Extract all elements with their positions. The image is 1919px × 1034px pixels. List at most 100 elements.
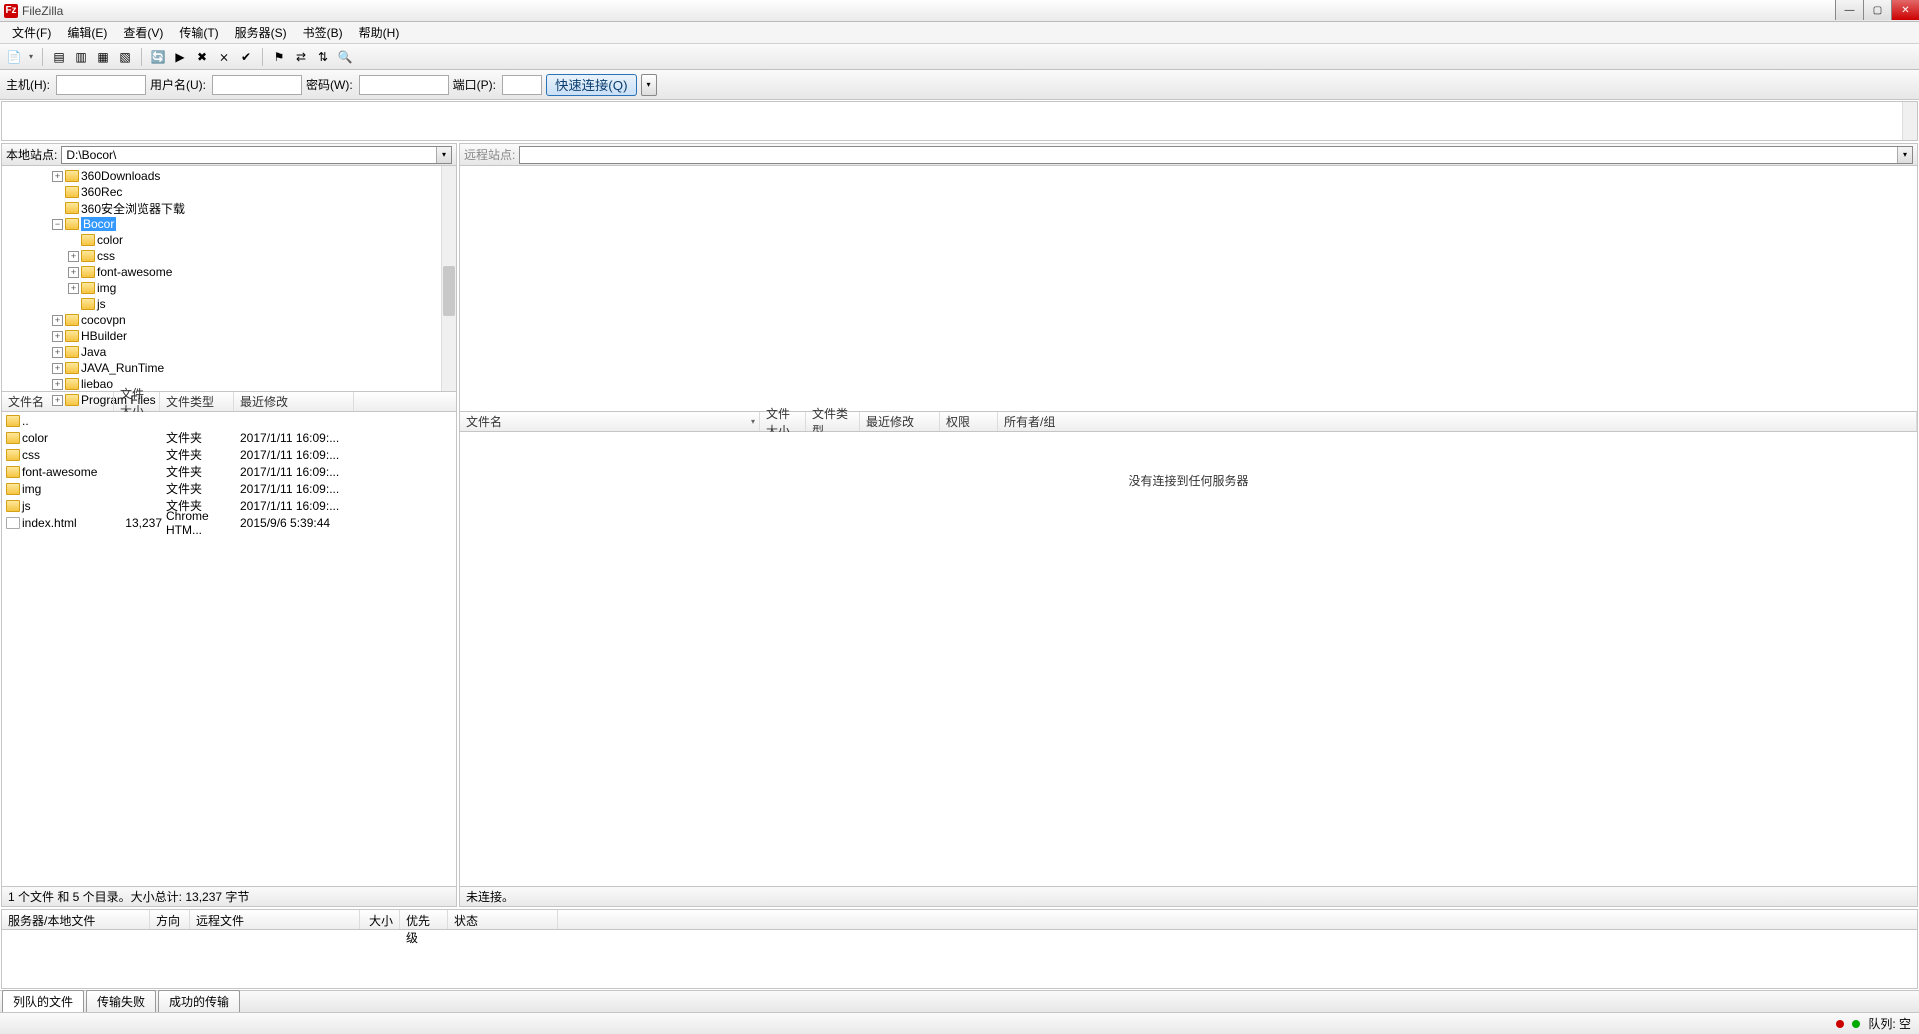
transfer-list[interactable] [2, 930, 1917, 988]
tree-expander[interactable]: + [68, 251, 79, 262]
log-panel[interactable] [1, 101, 1918, 141]
maximize-button[interactable]: ▢ [1863, 0, 1891, 20]
search-icon[interactable]: 🔍 [335, 47, 355, 67]
tree-expander[interactable]: + [52, 379, 63, 390]
cancel-icon[interactable]: ✖ [192, 47, 212, 67]
col-remote-file[interactable]: 远程文件 [190, 910, 360, 929]
process-queue-icon[interactable]: ▶ [170, 47, 190, 67]
quickconnect-button[interactable]: 快速连接(Q) [546, 74, 637, 96]
tree-item[interactable]: color [2, 232, 456, 248]
status-indicator-red [1836, 1020, 1844, 1028]
tree-expander[interactable]: + [52, 315, 63, 326]
tree-item[interactable]: js [2, 296, 456, 312]
folder-icon [65, 378, 79, 390]
filter-icon[interactable]: ⚑ [269, 47, 289, 67]
refresh-icon[interactable]: 🔄 [148, 47, 168, 67]
local-site-bar: 本地站点: D:\Bocor\ ▾ [2, 144, 456, 166]
menu-view[interactable]: 查看(V) [115, 22, 171, 43]
local-site-combo[interactable]: D:\Bocor\ ▾ [61, 146, 452, 164]
remote-tree[interactable] [460, 166, 1917, 412]
sync-browse-icon[interactable]: ⇅ [313, 47, 333, 67]
file-row[interactable]: img文件夹2017/1/11 16:09:... [2, 480, 456, 497]
tree-item[interactable]: +font-awesome [2, 264, 456, 280]
menu-transfer[interactable]: 传输(T) [171, 22, 226, 43]
tree-expander[interactable]: + [52, 363, 63, 374]
quickconnect-dropdown[interactable]: ▾ [641, 74, 657, 96]
tree-item[interactable]: 360安全浏览器下载 [2, 200, 456, 216]
close-button[interactable]: ✕ [1891, 0, 1919, 20]
tree-item[interactable]: +360Downloads [2, 168, 456, 184]
tree-expander[interactable]: + [68, 267, 79, 278]
tree-label: HBuilder [81, 329, 127, 343]
tree-item[interactable]: 360Rec [2, 184, 456, 200]
file-row[interactable]: index.html13,237Chrome HTM...2015/9/6 5:… [2, 514, 456, 531]
tree-expander[interactable]: − [52, 219, 63, 230]
tree-item[interactable]: +css [2, 248, 456, 264]
file-row[interactable]: font-awesome文件夹2017/1/11 16:09:... [2, 463, 456, 480]
password-input[interactable] [359, 75, 449, 95]
tree-item[interactable]: +cocovpn [2, 312, 456, 328]
col-filesize[interactable]: 文件大小 [760, 412, 806, 431]
disconnect-icon[interactable]: ⨯ [214, 47, 234, 67]
remote-file-list[interactable]: 没有连接到任何服务器 [460, 432, 1917, 886]
file-name: css [22, 448, 120, 462]
port-input[interactable] [502, 75, 542, 95]
site-manager-icon[interactable]: 📄 [4, 47, 24, 67]
scrollbar[interactable] [441, 166, 456, 391]
tree-expander[interactable]: + [68, 283, 79, 294]
col-permission[interactable]: 权限 [940, 412, 998, 431]
username-input[interactable] [212, 75, 302, 95]
local-tree[interactable]: +360Downloads360Rec360安全浏览器下载−Bocorcolor… [2, 166, 456, 392]
col-lastmod[interactable]: 最近修改 [860, 412, 940, 431]
tree-item[interactable]: −Bocor [2, 216, 456, 232]
tree-expander[interactable]: + [52, 347, 63, 358]
compare-icon[interactable]: ⇄ [291, 47, 311, 67]
tree-item[interactable]: +JAVA_RunTime [2, 360, 456, 376]
remote-site-label: 远程站点: [464, 146, 515, 163]
file-row[interactable]: css文件夹2017/1/11 16:09:... [2, 446, 456, 463]
col-direction[interactable]: 方向 [150, 910, 190, 929]
dropdown-arrow-icon[interactable]: ▾ [436, 147, 451, 163]
tree-item[interactable]: +Java [2, 344, 456, 360]
file-row[interactable]: color文件夹2017/1/11 16:09:... [2, 429, 456, 446]
reconnect-icon[interactable]: ✔ [236, 47, 256, 67]
remote-site-combo[interactable]: ▾ [519, 146, 1913, 164]
col-size[interactable]: 大小 [360, 910, 400, 929]
toggle-tree-icon[interactable]: ▥ [71, 47, 91, 67]
menu-help[interactable]: 帮助(H) [351, 22, 408, 43]
menu-edit[interactable]: 编辑(E) [59, 22, 115, 43]
tab-queued[interactable]: 列队的文件 [2, 990, 84, 1012]
tab-failed[interactable]: 传输失败 [86, 990, 156, 1012]
col-status[interactable]: 状态 [448, 910, 558, 929]
host-input[interactable] [56, 75, 146, 95]
tree-expander[interactable]: + [52, 331, 63, 342]
tab-successful[interactable]: 成功的传输 [158, 990, 240, 1012]
file-row[interactable]: .. [2, 412, 456, 429]
menu-file[interactable]: 文件(F) [4, 22, 59, 43]
col-filesize[interactable]: 文件大小 [114, 392, 160, 411]
col-filetype[interactable]: 文件类型 [806, 412, 860, 431]
local-file-list[interactable]: ..color文件夹2017/1/11 16:09:...css文件夹2017/… [2, 412, 456, 886]
menu-server[interactable]: 服务器(S) [227, 22, 295, 43]
dropdown-arrow-icon[interactable]: ▾ [1897, 147, 1912, 163]
site-manager-dropdown[interactable]: ▾ [26, 47, 36, 67]
col-owner[interactable]: 所有者/组 [998, 412, 1917, 431]
toggle-log-icon[interactable]: ▤ [49, 47, 69, 67]
col-filename[interactable]: 文件名 [2, 392, 114, 411]
col-lastmod[interactable]: 最近修改 [234, 392, 354, 411]
col-filetype[interactable]: 文件类型 [160, 392, 234, 411]
col-priority[interactable]: 优先级 [400, 910, 448, 929]
scrollbar[interactable] [1902, 102, 1917, 140]
folder-icon [65, 186, 79, 198]
tree-expander[interactable]: + [52, 171, 63, 182]
tree-item[interactable]: +img [2, 280, 456, 296]
scrollbar-thumb[interactable] [443, 266, 455, 316]
col-filename[interactable]: 文件名 [460, 412, 760, 431]
minimize-button[interactable]: — [1835, 0, 1863, 20]
toggle-queue-icon[interactable]: ▦ [93, 47, 113, 67]
menu-bookmarks[interactable]: 书签(B) [295, 22, 351, 43]
col-server-file[interactable]: 服务器/本地文件 [2, 910, 150, 929]
toggle-transfer-icon[interactable]: ▧ [115, 47, 135, 67]
tree-item[interactable]: + HBuilder [2, 328, 456, 344]
tree-item[interactable]: +liebao [2, 376, 456, 392]
